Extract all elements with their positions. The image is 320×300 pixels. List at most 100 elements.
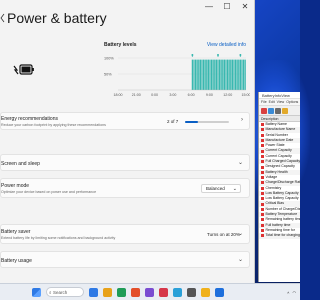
search-placeholder: Search — [53, 290, 68, 295]
battery-level-bar — [198, 59, 200, 90]
window-controls: — ☐ ✕ — [200, 0, 254, 14]
copy-icon[interactable] — [275, 108, 281, 114]
save-icon[interactable] — [268, 108, 274, 114]
property-icon — [261, 149, 264, 153]
property-icon — [261, 144, 264, 148]
properties-icon[interactable] — [282, 108, 288, 114]
battery-level-bar — [234, 59, 237, 90]
battery-level-bar — [244, 59, 246, 90]
batteryinfoview-window: BatteryInfoView FileEditViewOptionsHelp … — [258, 92, 300, 282]
property-icon — [261, 192, 264, 195]
x-tick-label: 9:00 — [206, 93, 213, 97]
battery-level-bar — [220, 59, 222, 90]
biv-menu-item[interactable]: Options — [286, 100, 298, 104]
battery-level-bar — [199, 59, 201, 90]
property-icon — [261, 197, 264, 201]
power-mode-value: Balanced — [206, 186, 225, 191]
close-button[interactable]: ✕ — [236, 0, 254, 14]
x-tick-label: 3:00 — [169, 93, 176, 97]
biv-title: BatteryInfoView — [259, 92, 300, 99]
card-title: Power mode — [1, 183, 30, 189]
file-explorer-icon[interactable] — [103, 287, 112, 297]
battery-saver-card[interactable]: Battery saver Extend battery life by lim… — [0, 224, 250, 244]
minimize-button[interactable]: — — [200, 0, 218, 14]
battery-level-bar — [196, 59, 198, 90]
card-subtitle: Extend battery life by limiting some not… — [1, 236, 116, 240]
property-icon — [261, 128, 264, 132]
edge-icon[interactable] — [117, 287, 126, 297]
property-icon — [261, 176, 264, 180]
battery-level-bar — [209, 59, 211, 90]
biv-menu-item[interactable]: Edit — [269, 100, 275, 104]
wifi-icon[interactable]: ◠ — [293, 290, 297, 295]
property-icon — [261, 160, 264, 164]
chevron-up-icon[interactable]: ˄ — [287, 290, 289, 295]
biv-menu-bar: FileEditViewOptionsHelp — [259, 99, 300, 106]
chevron-left-icon[interactable] — [0, 13, 5, 23]
music-icon[interactable] — [201, 287, 210, 297]
taskbar-search[interactable]: ⌕ Search — [46, 287, 84, 297]
mail-icon[interactable] — [145, 287, 154, 297]
x-tick-label: 12:00 — [223, 93, 232, 97]
property-icon — [261, 207, 264, 211]
battery-levels-plot: 100% 50% 18:00 21:00 0:00 3:00 6:00 9:00 12:00 15… — [104, 54, 251, 97]
list-item[interactable]: Total time for charging — [259, 233, 300, 239]
battery-level-bar — [210, 59, 213, 90]
battery-charging-icon — [13, 64, 34, 75]
task-view-icon[interactable] — [89, 287, 98, 297]
chevron-down-icon: ⌄ — [232, 186, 237, 192]
battery-usage-card[interactable]: Battery usage ⌄ — [0, 251, 250, 268]
x-tick-label: 0:00 — [151, 93, 158, 97]
recommendations-count: 2 of 7 — [167, 119, 179, 124]
battery-level-bar — [204, 59, 206, 90]
start-icon[interactable] — [32, 287, 41, 297]
taskbar-apps: ⌕ Search — [32, 287, 224, 297]
power-mode-dropdown[interactable]: Balanced ⌄ — [201, 184, 241, 193]
property-icon — [261, 229, 264, 233]
battery-level-bar — [241, 59, 243, 90]
energy-recommendations-card[interactable]: Energy recommendations Reduce your carbo… — [0, 112, 250, 130]
x-tick-label: 15:00 — [242, 93, 251, 97]
delete-icon[interactable] — [261, 108, 267, 114]
battery-level-bar — [215, 59, 217, 90]
photos-icon[interactable] — [159, 287, 168, 297]
chevron-right-icon: › — [241, 117, 243, 123]
property-icon — [261, 218, 264, 222]
store-icon[interactable] — [131, 287, 140, 297]
recommendations-progress — [185, 121, 229, 123]
property-icon — [261, 165, 264, 169]
battery-level-bar — [194, 59, 197, 90]
y-tick-label: 50% — [104, 73, 112, 77]
battery-level-bar — [238, 59, 240, 90]
x-tick-label: 6:00 — [188, 93, 195, 97]
plug-icon — [239, 54, 242, 57]
card-title: Battery saver — [1, 229, 31, 235]
power-mode-card: Power mode Optimize your device based on… — [0, 178, 250, 198]
biv-menu-item[interactable]: File — [261, 100, 267, 104]
battery-level-bar — [230, 59, 232, 90]
terminal-icon[interactable] — [187, 287, 196, 297]
system-tray: ˄ ◠ — [287, 290, 296, 295]
property-icon — [261, 154, 264, 158]
battery-levels-chart: Battery levels View detailed info 100% 50… — [104, 42, 250, 100]
property-icon — [261, 213, 264, 217]
battery-level-bar — [214, 59, 216, 90]
chrome-icon[interactable] — [215, 287, 224, 297]
settings-icon[interactable] — [173, 287, 182, 297]
chevron-down-icon: ⌄ — [237, 231, 243, 237]
x-tick-label: 21:00 — [132, 93, 141, 97]
screen-and-sleep-card[interactable]: Screen and sleep ⌄ — [0, 154, 250, 171]
biv-menu-item[interactable]: View — [277, 100, 285, 104]
battery-level-bar — [226, 59, 229, 90]
battery-level-bar — [242, 59, 245, 90]
battery-level-bar — [201, 59, 203, 90]
maximize-button[interactable]: ☐ — [218, 0, 236, 14]
battery-level-bar — [218, 59, 221, 90]
card-subtitle: Optimize your device based on power use … — [1, 190, 97, 194]
property-icon — [261, 186, 264, 190]
chevron-down-icon: ⌄ — [237, 257, 243, 263]
battery-level-bar — [217, 59, 219, 90]
battery-level-bar — [191, 59, 193, 90]
taskbar: ⌕ Search ˄ ◠ — [0, 283, 300, 300]
view-detailed-info-link[interactable]: View detailed info — [207, 42, 246, 48]
